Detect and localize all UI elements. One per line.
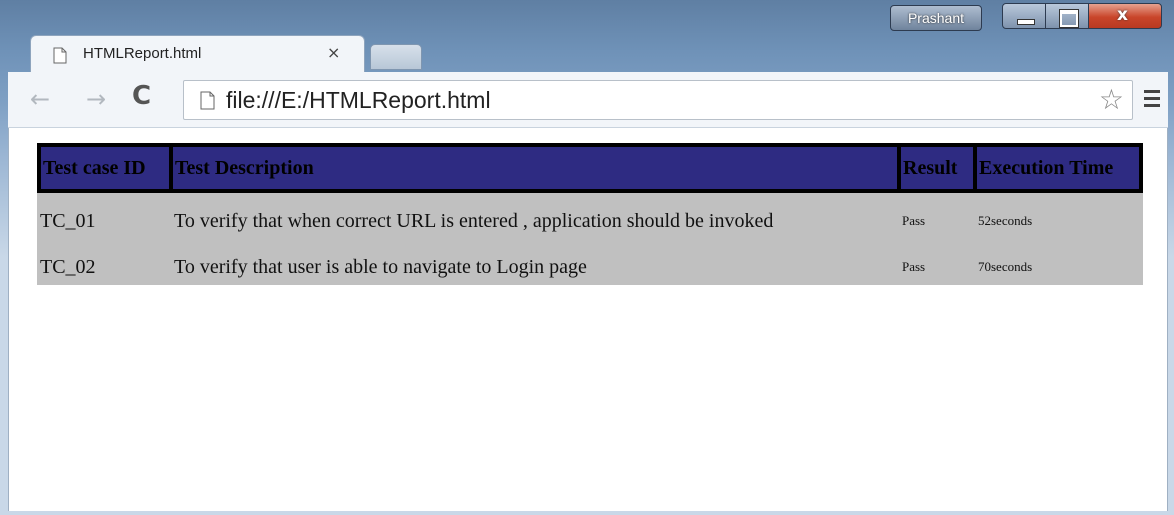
table-row: TC_02 To verify that user is able to nav… bbox=[37, 249, 1143, 285]
cell-description: To verify that user is able to navigate … bbox=[171, 249, 899, 285]
table-header-row: Test case ID Test Description Result Exe… bbox=[37, 143, 1143, 193]
table-row: TC_01 To verify that when correct URL is… bbox=[37, 193, 1143, 249]
header-test-description: Test Description bbox=[171, 143, 899, 193]
page-icon bbox=[53, 47, 67, 64]
minimize-icon bbox=[1017, 19, 1035, 25]
url-text: file:///E:/HTMLReport.html bbox=[226, 87, 491, 113]
cell-time: 52seconds bbox=[975, 193, 1143, 249]
tab-close-icon[interactable]: × bbox=[327, 43, 340, 62]
cell-description: To verify that when correct URL is enter… bbox=[171, 193, 899, 249]
page-icon bbox=[200, 91, 215, 110]
cell-id: TC_02 bbox=[37, 249, 171, 285]
header-result: Result bbox=[899, 143, 975, 193]
reload-icon[interactable]: C bbox=[132, 81, 151, 111]
cell-id: TC_01 bbox=[37, 193, 171, 249]
page-content: Test case ID Test Description Result Exe… bbox=[8, 128, 1168, 511]
menu-icon[interactable] bbox=[1144, 90, 1160, 111]
back-icon[interactable]: ← bbox=[30, 85, 50, 113]
tab-htmlreport[interactable]: HTMLReport.html × bbox=[30, 35, 365, 73]
maximize-button[interactable] bbox=[1045, 3, 1089, 29]
minimize-button[interactable] bbox=[1002, 3, 1046, 29]
forward-icon[interactable]: → bbox=[86, 85, 106, 113]
cell-result: Pass bbox=[899, 249, 975, 285]
close-icon: x bbox=[1117, 5, 1128, 25]
address-bar[interactable]: file:///E:/HTMLReport.html ☆ bbox=[183, 80, 1133, 120]
test-report-table: Test case ID Test Description Result Exe… bbox=[37, 143, 1143, 285]
header-execution-time: Execution Time bbox=[975, 143, 1143, 193]
title-bar: Prashant x bbox=[0, 0, 1174, 40]
toolbar: ← → C file:///E:/HTMLReport.html ☆ bbox=[8, 72, 1168, 128]
user-profile-button[interactable]: Prashant bbox=[890, 5, 982, 31]
header-test-case-id: Test case ID bbox=[37, 143, 171, 193]
maximize-icon bbox=[1060, 10, 1078, 27]
star-icon[interactable]: ☆ bbox=[1099, 83, 1124, 116]
new-tab-button[interactable] bbox=[370, 44, 422, 70]
cell-result: Pass bbox=[899, 193, 975, 249]
cell-time: 70seconds bbox=[975, 249, 1143, 285]
tab-title: HTMLReport.html bbox=[83, 45, 202, 62]
browser-window: Prashant x HTMLReport.html × ← → C file:… bbox=[0, 0, 1174, 515]
close-window-button[interactable]: x bbox=[1088, 3, 1162, 29]
